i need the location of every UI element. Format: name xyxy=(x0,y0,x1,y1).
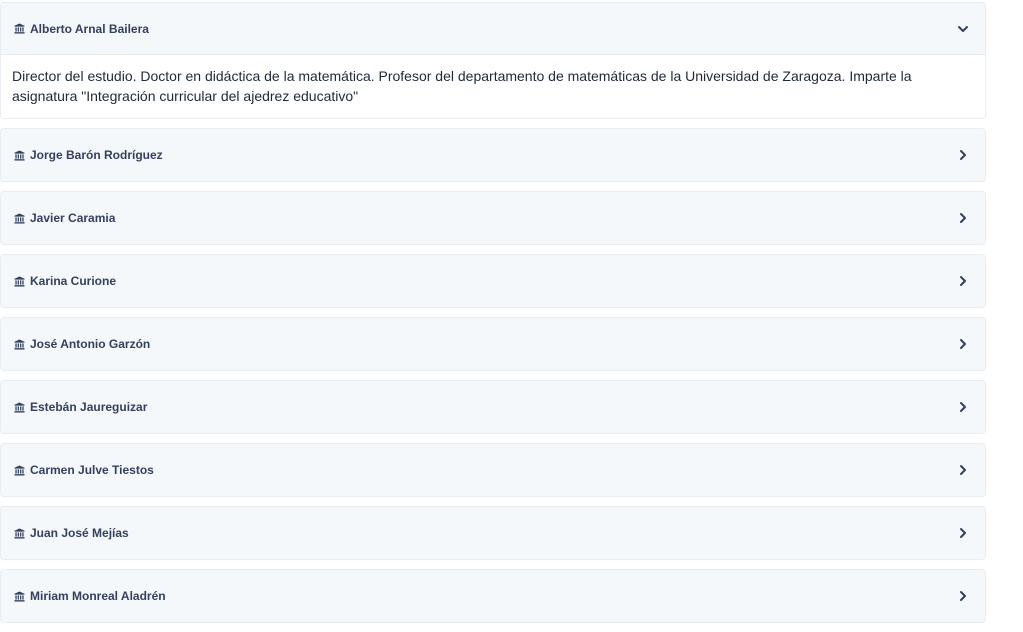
accordion-item-miriam-monreal-aladren: Miriam Monreal Aladrén xyxy=(0,569,986,623)
chevron-right-icon[interactable] xyxy=(956,526,970,540)
institution-icon xyxy=(13,338,25,350)
item-description: Director del estudio. Doctor en didáctic… xyxy=(1,55,985,118)
header-left: Karina Curione xyxy=(13,274,116,288)
institution-icon xyxy=(13,149,25,161)
chevron-right-icon[interactable] xyxy=(956,463,970,477)
header-left: Juan José Mejías xyxy=(13,526,129,540)
header-left: Estebán Jaureguizar xyxy=(13,400,147,414)
accordion-item-javier-caramia: Javier Caramia xyxy=(0,191,986,245)
header-left: Jorge Barón Rodríguez xyxy=(13,148,163,162)
chevron-down-icon[interactable] xyxy=(956,22,970,36)
accordion-header[interactable]: Carmen Julve Tiestos xyxy=(1,444,985,496)
header-left: Javier Caramia xyxy=(13,211,115,225)
chevron-right-icon[interactable] xyxy=(956,211,970,225)
accordion-header[interactable]: Miriam Monreal Aladrén xyxy=(1,570,985,622)
institution-icon xyxy=(13,590,25,602)
accordion-header[interactable]: Javier Caramia xyxy=(1,192,985,244)
accordion-header[interactable]: Estebán Jaureguizar xyxy=(1,381,985,433)
chevron-right-icon[interactable] xyxy=(956,148,970,162)
item-title: Karina Curione xyxy=(30,274,117,288)
header-left: José Antonio Garzón xyxy=(13,337,150,351)
item-title: Miriam Monreal Aladrén xyxy=(30,589,166,603)
accordion-header[interactable]: Juan José Mejías xyxy=(1,507,985,559)
accordion-item-esteban-jaureguizar: Estebán Jaureguizar xyxy=(0,380,986,434)
accordion-item-jorge-baron-rodriguez: Jorge Barón Rodríguez xyxy=(0,128,986,182)
header-left: Carmen Julve Tiestos xyxy=(13,463,154,477)
institution-icon xyxy=(13,275,25,287)
item-title: Jorge Barón Rodríguez xyxy=(30,148,163,162)
header-left: Miriam Monreal Aladrén xyxy=(13,589,166,603)
chevron-right-icon[interactable] xyxy=(956,589,970,603)
institution-icon xyxy=(13,23,25,35)
accordion-item-jose-antonio-garzon: José Antonio Garzón xyxy=(0,317,986,371)
item-title: Estebán Jaureguizar xyxy=(30,400,148,414)
accordion-item-juan-jose-mejias: Juan José Mejías xyxy=(0,506,986,560)
accordion-item-carmen-julve-tiestos: Carmen Julve Tiestos xyxy=(0,443,986,497)
chevron-right-icon[interactable] xyxy=(956,274,970,288)
item-title: Javier Caramia xyxy=(30,211,116,225)
chevron-right-icon[interactable] xyxy=(956,337,970,351)
accordion-item-karina-curione: Karina Curione xyxy=(0,254,986,308)
accordion-header[interactable]: Jorge Barón Rodríguez xyxy=(1,129,985,181)
item-title: Juan José Mejías xyxy=(30,526,129,540)
item-title: Alberto Arnal Bailera xyxy=(30,21,149,36)
chevron-right-icon[interactable] xyxy=(956,400,970,414)
institution-icon xyxy=(13,464,25,476)
header-left: Alberto Arnal Bailera xyxy=(13,22,149,36)
item-title: José Antonio Garzón xyxy=(30,337,151,351)
institution-icon xyxy=(13,527,25,539)
accordion: Alberto Arnal Bailera Director del estud… xyxy=(0,2,986,632)
item-title: Carmen Julve Tiestos xyxy=(30,463,154,477)
institution-icon xyxy=(13,401,25,413)
institution-icon xyxy=(13,212,25,224)
accordion-header[interactable]: José Antonio Garzón xyxy=(1,318,985,370)
accordion-item-alberto-arnal-bailera: Alberto Arnal Bailera Director del estud… xyxy=(0,2,986,119)
accordion-header[interactable]: Karina Curione xyxy=(1,255,985,307)
accordion-header[interactable]: Alberto Arnal Bailera xyxy=(1,3,985,55)
